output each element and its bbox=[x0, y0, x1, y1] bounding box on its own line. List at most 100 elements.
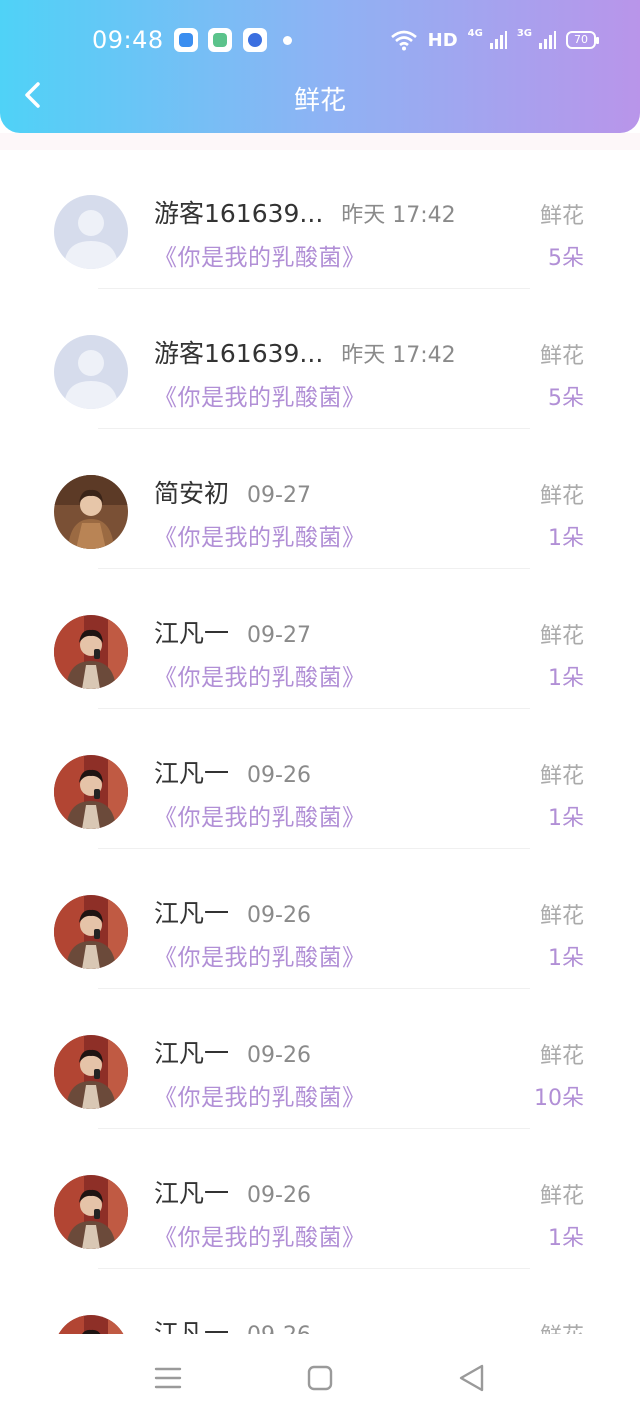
sender-name-text: 江凡一 bbox=[154, 619, 230, 648]
song-title: 《你是我的乳酸菌》 bbox=[154, 665, 366, 691]
signal2-label: 3G bbox=[516, 27, 532, 39]
sender-name: 江凡一 09-27 bbox=[154, 614, 311, 650]
sender-name-text: 江凡一 bbox=[154, 899, 230, 928]
status-time: 09:48 bbox=[92, 26, 164, 54]
send-time: 昨天 17:42 bbox=[341, 343, 456, 368]
avatar[interactable] bbox=[54, 615, 128, 689]
row-divider bbox=[98, 1128, 530, 1129]
avatar[interactable] bbox=[54, 335, 128, 409]
song-title: 《你是我的乳酸菌》 bbox=[154, 525, 366, 551]
send-time: 09-27 bbox=[247, 483, 311, 508]
flower-label: 鲜花 bbox=[539, 344, 584, 369]
sender-name: 简安初 09-27 bbox=[154, 474, 311, 510]
flower-label: 鲜花 bbox=[539, 204, 584, 229]
app-header: 09:48 HD 4G 3G 70 鲜花 bbox=[0, 0, 640, 133]
sender-name-text: 游客161639... bbox=[154, 339, 324, 368]
song-title: 《你是我的乳酸菌》 bbox=[154, 1225, 366, 1251]
cloud-app-icon bbox=[174, 28, 198, 52]
map-app-icon bbox=[208, 28, 232, 52]
sender-name: 游客161639... 昨天 17:42 bbox=[154, 334, 456, 370]
flower-list: 游客161639... 昨天 17:42 《你是我的乳酸菌》 鲜花 5朵 游客161639… bbox=[0, 150, 640, 1334]
list-item[interactable]: 江凡一 09-26 《你是我的乳酸菌》 鲜花 1朵 bbox=[0, 710, 640, 850]
sender-name-text: 简安初 bbox=[154, 479, 230, 508]
flower-label: 鲜花 bbox=[539, 1044, 584, 1069]
sender-name: 江凡一 09-26 bbox=[154, 1314, 311, 1334]
sender-name-text: 江凡一 bbox=[154, 1039, 230, 1068]
sender-name: 江凡一 09-26 bbox=[154, 1174, 311, 1210]
send-time: 09-26 bbox=[247, 1183, 311, 1208]
signal1-label: 4G bbox=[467, 27, 483, 39]
row-divider bbox=[98, 988, 530, 989]
back-triangle-icon[interactable] bbox=[452, 1358, 492, 1398]
list-top-spacer bbox=[0, 133, 640, 150]
avatar[interactable] bbox=[54, 1315, 128, 1334]
flower-label: 鲜花 bbox=[539, 764, 584, 789]
notification-dot bbox=[283, 36, 292, 45]
avatar[interactable] bbox=[54, 895, 128, 969]
signal-bars-icon bbox=[539, 31, 556, 49]
home-square-icon[interactable] bbox=[300, 1358, 340, 1398]
row-divider bbox=[98, 848, 530, 849]
baidu-app-icon bbox=[243, 28, 267, 52]
row-divider bbox=[98, 708, 530, 709]
flower-count: 5朵 bbox=[548, 246, 584, 271]
avatar[interactable] bbox=[54, 1175, 128, 1249]
hd-label: HD bbox=[427, 29, 458, 51]
sender-name: 游客161639... 昨天 17:42 bbox=[154, 194, 456, 230]
list-item[interactable]: 游客161639... 昨天 17:42 《你是我的乳酸菌》 鲜花 5朵 bbox=[0, 290, 640, 430]
list-item[interactable]: 江凡一 09-26 《你是我的乳酸菌》 鲜花 1朵 bbox=[0, 850, 640, 990]
send-time: 09-26 bbox=[247, 903, 311, 928]
song-title: 《你是我的乳酸菌》 bbox=[154, 945, 366, 971]
sender-name: 江凡一 09-26 bbox=[154, 1034, 311, 1070]
wifi-icon bbox=[390, 30, 417, 51]
avatar[interactable] bbox=[54, 195, 128, 269]
system-indicators: HD 4G 3G 70 bbox=[390, 24, 599, 56]
list-item[interactable]: 江凡一 09-26 《你是我的乳酸菌》 鲜花 10朵 bbox=[0, 990, 640, 1130]
flower-label: 鲜花 bbox=[540, 1318, 584, 1334]
flower-count: 5朵 bbox=[548, 386, 584, 411]
sender-name-text: 江凡一 bbox=[154, 759, 230, 788]
flower-count: 10朵 bbox=[534, 1086, 584, 1111]
menu-icon[interactable] bbox=[148, 1358, 188, 1398]
avatar[interactable] bbox=[54, 475, 128, 549]
send-time: 09-26 bbox=[247, 1323, 311, 1334]
battery-indicator: 70 bbox=[566, 31, 599, 49]
flower-count: 1朵 bbox=[548, 1226, 584, 1251]
send-time: 昨天 17:42 bbox=[341, 203, 456, 228]
system-nav-bar bbox=[0, 1334, 640, 1422]
flower-label: 鲜花 bbox=[539, 484, 584, 509]
sender-name-text: 江凡一 bbox=[154, 1319, 230, 1334]
flower-label: 鲜花 bbox=[539, 624, 584, 649]
song-title: 《你是我的乳酸菌》 bbox=[154, 805, 366, 831]
send-time: 09-27 bbox=[247, 623, 311, 648]
list-item[interactable]: 江凡一 09-26 《你是我的乳酸菌》 鲜花 1朵 bbox=[0, 1130, 640, 1270]
list-item[interactable]: 游客161639... 昨天 17:42 《你是我的乳酸菌》 鲜花 5朵 bbox=[0, 150, 640, 290]
list-item[interactable]: 江凡一 09-26 鲜花 bbox=[0, 1270, 640, 1334]
song-title: 《你是我的乳酸菌》 bbox=[154, 245, 366, 271]
row-divider bbox=[98, 288, 530, 289]
flower-count: 1朵 bbox=[548, 946, 584, 971]
send-time: 09-26 bbox=[247, 763, 311, 788]
flower-count: 1朵 bbox=[548, 806, 584, 831]
page-title: 鲜花 bbox=[293, 86, 346, 116]
row-divider bbox=[98, 568, 530, 569]
status-bar: 09:48 HD 4G 3G 70 bbox=[0, 0, 640, 78]
list-item[interactable]: 简安初 09-27 《你是我的乳酸菌》 鲜花 1朵 bbox=[0, 430, 640, 570]
sender-name: 江凡一 09-26 bbox=[154, 894, 311, 930]
flower-label: 鲜花 bbox=[539, 904, 584, 929]
send-time: 09-26 bbox=[247, 1043, 311, 1068]
avatar[interactable] bbox=[54, 1035, 128, 1109]
signal-bars-icon bbox=[489, 31, 507, 49]
row-divider bbox=[98, 1268, 530, 1269]
flower-label: 鲜花 bbox=[539, 1184, 584, 1209]
flower-count: 1朵 bbox=[548, 666, 584, 691]
sender-name: 江凡一 09-26 bbox=[154, 754, 311, 790]
avatar[interactable] bbox=[54, 755, 128, 829]
row-divider bbox=[98, 428, 530, 429]
list-item[interactable]: 江凡一 09-27 《你是我的乳酸菌》 鲜花 1朵 bbox=[0, 570, 640, 710]
flower-count: 1朵 bbox=[548, 526, 584, 551]
song-title: 《你是我的乳酸菌》 bbox=[154, 385, 366, 411]
sender-name-text: 江凡一 bbox=[154, 1179, 230, 1208]
song-title: 《你是我的乳酸菌》 bbox=[154, 1085, 366, 1111]
sender-name-text: 游客161639... bbox=[154, 199, 324, 228]
